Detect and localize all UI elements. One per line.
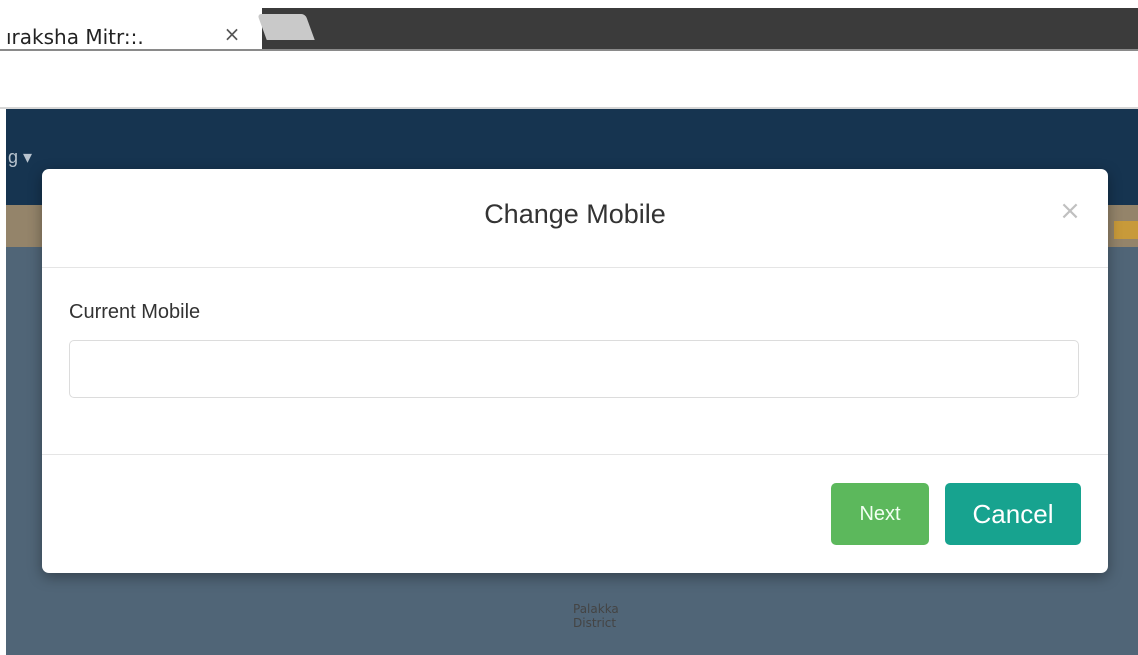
change-mobile-modal: Change Mobile × Current Mobile Next Canc… — [42, 169, 1108, 573]
current-mobile-label: Current Mobile — [69, 301, 201, 323]
nav-dropdown-label[interactable]: g ▾ — [8, 147, 32, 168]
map-label-line1: Palakka — [573, 602, 619, 616]
browser-tabstrip: ıraksha Mitr::. × — [0, 0, 1138, 58]
close-icon[interactable]: × — [1058, 198, 1082, 224]
browser-toolbar — [0, 51, 1138, 109]
next-button[interactable]: Next — [831, 483, 929, 545]
new-tab-button[interactable] — [257, 14, 315, 40]
map-place-label: Palakka District — [573, 602, 619, 630]
browser-tab[interactable]: ıraksha Mitr::. × — [0, 8, 262, 50]
tabstrip-background — [250, 8, 1138, 50]
modal-footer-divider — [42, 454, 1108, 455]
banner-accent — [1114, 221, 1138, 239]
map-label-line2: District — [573, 616, 617, 630]
tab-title: ıraksha Mitr::. — [6, 25, 144, 49]
cancel-button[interactable]: Cancel — [945, 483, 1081, 545]
modal-title: Change Mobile — [484, 199, 666, 229]
tab-close-icon[interactable]: × — [222, 24, 242, 44]
current-mobile-input[interactable] — [69, 340, 1079, 398]
modal-header: Change Mobile × — [42, 169, 1108, 268]
